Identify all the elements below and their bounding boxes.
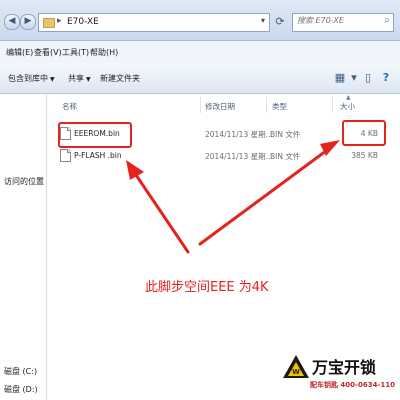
annotation-caption: 此脚步空间EEE 为4K [145, 280, 269, 295]
arrow-to-filesize [198, 146, 332, 246]
brand-logo-icon: W [283, 355, 309, 378]
arrowhead-icon [126, 160, 144, 180]
watermark-subline: 配车钥匙 400-0634-110 [310, 381, 395, 389]
arrow-to-filename [132, 170, 190, 254]
annotation-arrows [126, 140, 340, 254]
watermark-logo: W 万宝开锁 配车钥匙 400-0634-110 [282, 352, 400, 400]
watermark-brand: 万宝开锁 [312, 358, 377, 377]
svg-text:W: W [292, 368, 300, 376]
